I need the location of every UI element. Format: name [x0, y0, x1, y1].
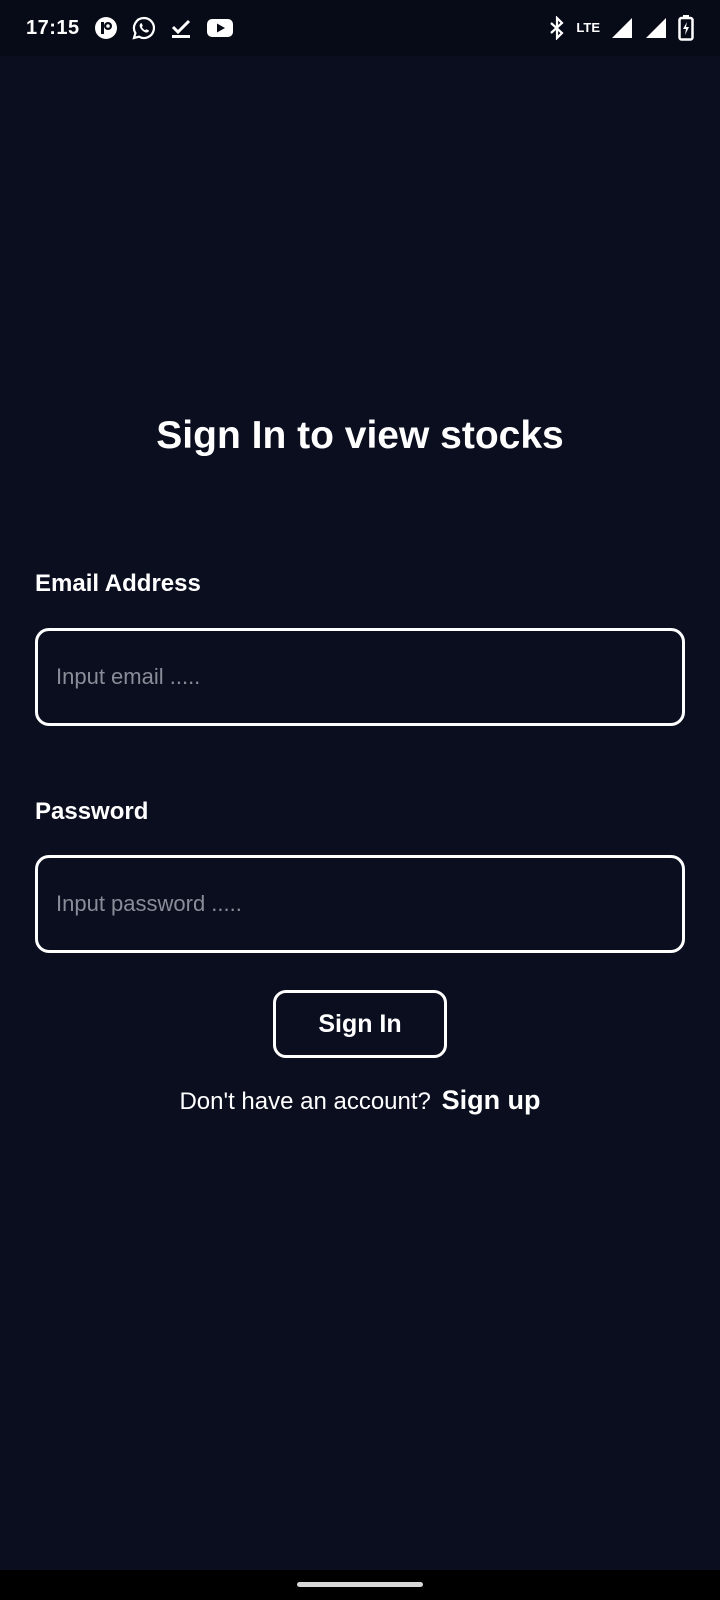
status-right: LTE	[548, 15, 694, 41]
signup-prompt: Don't have an account?	[179, 1088, 431, 1115]
status-time: 17:15	[26, 16, 80, 39]
whatsapp-icon	[132, 16, 156, 40]
home-gesture-handle[interactable]	[297, 1582, 423, 1587]
page-title: Sign In to view stocks	[156, 414, 564, 457]
password-field[interactable]	[35, 855, 685, 953]
password-label: Password	[35, 798, 149, 825]
email-label: Email Address	[35, 570, 201, 597]
youtube-icon	[206, 17, 234, 39]
sign-up-link[interactable]: Sign up	[442, 1085, 541, 1115]
status-left: 17:15	[26, 16, 234, 40]
bluetooth-icon	[548, 16, 566, 40]
signup-row: Don't have an account? Sign up	[0, 1085, 720, 1116]
lte-icon: LTE	[576, 20, 600, 35]
download-done-icon	[170, 17, 192, 39]
podcast-app-icon	[94, 16, 118, 40]
lte-label: LTE	[576, 20, 600, 35]
signal-icon	[610, 16, 634, 40]
sign-in-screen: 17:15 LTE Sign In to view stocks Email A…	[0, 0, 720, 1600]
navigation-bar	[0, 1570, 720, 1600]
battery-charging-icon	[678, 15, 694, 41]
email-field[interactable]	[35, 628, 685, 726]
signal-icon	[644, 16, 668, 40]
status-bar: 17:15 LTE	[0, 0, 720, 56]
sign-in-button[interactable]: Sign In	[273, 990, 447, 1058]
